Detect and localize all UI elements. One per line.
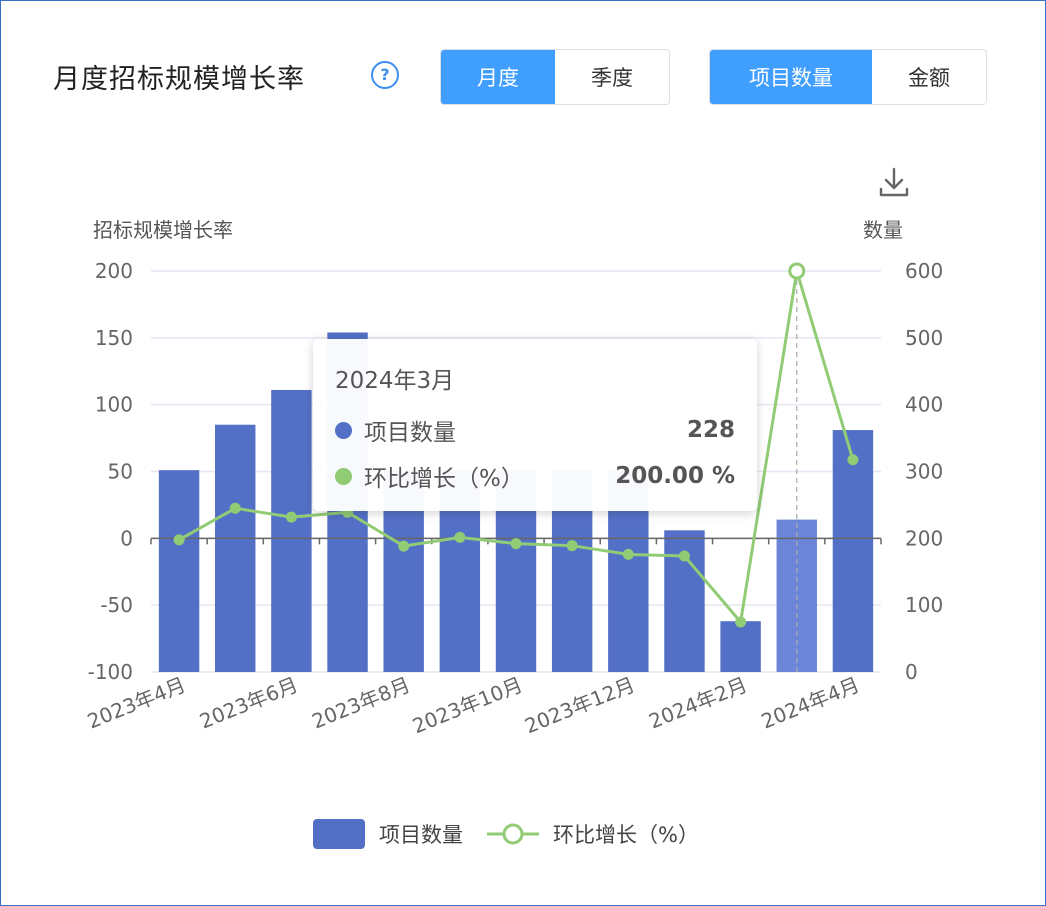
left-tick-label: 100 xyxy=(95,393,133,417)
line-point xyxy=(678,550,690,562)
x-tick-label: 2023年8月 xyxy=(308,672,413,733)
x-tick-label: 2023年12月 xyxy=(521,672,638,738)
x-tick-label: 2024年4月 xyxy=(758,672,863,733)
left-tick-label: 150 xyxy=(95,326,133,350)
legend-bar-swatch xyxy=(313,819,365,849)
tooltip-row-value: 200.00 % xyxy=(615,463,735,489)
right-tick-label: 600 xyxy=(905,259,943,283)
x-tick-label: 2023年10月 xyxy=(409,672,526,738)
legend-label: 环比增长（%） xyxy=(553,823,699,847)
left-tick-label: -50 xyxy=(100,593,133,617)
tooltip-row-label: 项目数量 xyxy=(364,420,456,446)
bar xyxy=(215,424,256,672)
left-tick-label: 200 xyxy=(95,259,133,283)
right-tick-label: 0 xyxy=(905,660,918,684)
right-tick-label: 500 xyxy=(905,326,943,350)
left-tick-label: 50 xyxy=(108,460,133,484)
legend-item-growth[interactable]: 环比增长（%） xyxy=(485,819,699,849)
right-tick-label: 300 xyxy=(905,460,943,484)
line-point xyxy=(735,616,747,628)
bar xyxy=(832,430,874,672)
chart-legend: 项目数量 环比增长（%） xyxy=(313,819,721,849)
tooltip-row-value: 228 xyxy=(686,417,735,443)
line-point xyxy=(847,454,859,466)
line-point xyxy=(173,534,185,546)
right-tick-label: 200 xyxy=(905,526,943,550)
line-point xyxy=(398,540,410,552)
legend-line-swatch xyxy=(487,823,539,845)
left-tick-label: -100 xyxy=(88,660,133,684)
line-point xyxy=(510,538,522,550)
legend-label: 项目数量 xyxy=(379,823,463,847)
right-tick-label: 400 xyxy=(905,393,943,417)
tooltip-row-count: 项目数量 228 xyxy=(335,407,735,453)
line-point xyxy=(788,262,806,280)
line-point xyxy=(622,548,634,560)
bar xyxy=(271,389,312,672)
x-tick-label: 2024年2月 xyxy=(645,672,750,733)
line-point xyxy=(454,531,466,543)
chart-tooltip: 2024年3月 项目数量 228 环比增长（%） 200.00 % xyxy=(313,339,757,511)
bar xyxy=(158,470,200,672)
tooltip-bar-dot-icon xyxy=(335,421,352,439)
line-point xyxy=(229,502,241,514)
chart-card: 月度招标规模增长率 ? 月度 季度 项目数量 金额 招标规模增长率 数量 200… xyxy=(0,0,1046,906)
tooltip-row-label: 环比增长（%） xyxy=(364,466,524,492)
legend-item-project-count[interactable]: 项目数量 xyxy=(313,819,463,849)
x-tick-label: 2023年6月 xyxy=(196,672,301,733)
tooltip-row-growth: 环比增长（%） 200.00 % xyxy=(335,453,735,499)
right-tick-label: 100 xyxy=(905,593,943,617)
line-point xyxy=(285,511,297,523)
tooltip-line-dot-icon xyxy=(335,467,352,485)
left-tick-label: 0 xyxy=(120,526,133,550)
line-point xyxy=(566,540,578,552)
tooltip-title: 2024年3月 xyxy=(335,368,455,394)
bar xyxy=(720,621,761,672)
